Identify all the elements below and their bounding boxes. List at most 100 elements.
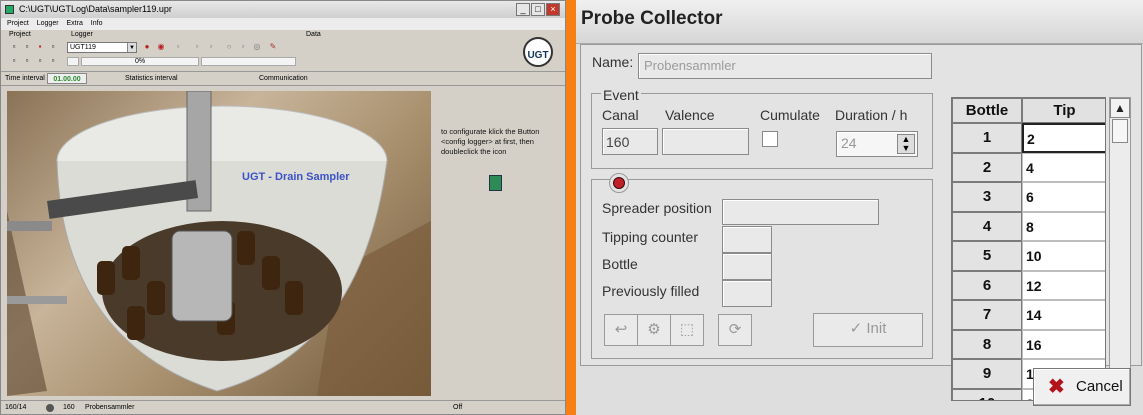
- delete-icon[interactable]: ▫: [49, 57, 57, 65]
- bottom-channel: 160: [63, 404, 75, 411]
- minimize-button[interactable]: _: [516, 3, 530, 16]
- spreader-position-field: [722, 199, 879, 225]
- tip-cell[interactable]: 8: [1022, 211, 1105, 241]
- table-row[interactable]: 1 2: [952, 123, 1105, 153]
- logger-field-3: [201, 57, 296, 66]
- previously-filled-field: [722, 280, 772, 307]
- read-logger-icon[interactable]: ◉: [157, 43, 165, 51]
- logger-field-1: [67, 57, 79, 66]
- tip-cell[interactable]: 2: [1022, 123, 1105, 153]
- refresh-icon: ⟳: [728, 321, 742, 338]
- table-row[interactable]: 8 16: [952, 329, 1105, 359]
- checkmark-icon: ✓: [849, 320, 863, 337]
- bottle-column-header[interactable]: Bottle: [952, 98, 1022, 123]
- cancel-x-icon: ✖: [1048, 376, 1065, 398]
- logger-select[interactable]: UGT119 ▼: [67, 42, 137, 53]
- scroll-thumb[interactable]: [1112, 119, 1128, 143]
- logger-tool-icon-5[interactable]: ▫: [239, 43, 247, 51]
- logger-tool-icon-1[interactable]: ▫: [174, 43, 182, 51]
- reset-button[interactable]: ↩: [604, 314, 638, 346]
- tipping-counter-label: Tipping counter: [602, 229, 698, 245]
- previously-filled-label: Previously filled: [602, 283, 700, 299]
- bottle-tip-grid[interactable]: Bottle Tip 1 2 2 4 3 6 4 8 5 10 6 12 7 1…: [951, 97, 1106, 401]
- refresh-button[interactable]: ⟳: [718, 314, 752, 346]
- open-project-icon[interactable]: ▫: [23, 43, 31, 51]
- copy-icon[interactable]: ▫: [23, 57, 31, 65]
- tip-cell[interactable]: 4: [1022, 152, 1105, 182]
- name-field[interactable]: Probensammler: [638, 53, 932, 79]
- tip-cell[interactable]: 10: [1022, 241, 1105, 271]
- title-bar: C:\UGT\UGTLog\Data\sampler119.upr _ □ ×: [1, 1, 565, 18]
- config-logger-icon[interactable]: ●: [143, 43, 151, 51]
- spinner-arrows-icon[interactable]: ▲ ▼: [897, 134, 915, 154]
- close-button[interactable]: ×: [546, 3, 560, 16]
- logger-tool-icon-2[interactable]: ▫: [193, 43, 201, 51]
- frame-button[interactable]: ⬚: [670, 314, 704, 346]
- menu-info[interactable]: Info: [91, 20, 103, 27]
- tip-cell[interactable]: 6: [1022, 182, 1105, 212]
- ugt-log-window: C:\UGT\UGTLog\Data\sampler119.upr _ □ × …: [0, 0, 566, 415]
- logger-tool-icon-3[interactable]: ▫: [207, 43, 215, 51]
- table-row[interactable]: 2 4: [952, 152, 1105, 182]
- configure-hint: to configurate klick the Button <config …: [441, 127, 540, 156]
- dialog-body: Name: Probensammler Event Canal Valence …: [580, 44, 1142, 401]
- menu-extra[interactable]: Extra: [67, 20, 83, 27]
- new-project-icon[interactable]: ▫: [10, 43, 18, 51]
- table-row[interactable]: 7 14: [952, 300, 1105, 330]
- table-row[interactable]: 4 8: [952, 211, 1105, 241]
- logger-device-icon[interactable]: [489, 175, 502, 191]
- time-interval-label: Time interval: [5, 75, 45, 82]
- table-row[interactable]: 3 6: [952, 182, 1105, 212]
- table-row[interactable]: 6 12: [952, 270, 1105, 300]
- progress-field: 0%: [81, 57, 199, 66]
- init-label: Init: [866, 320, 887, 337]
- gear-button[interactable]: ⚙: [637, 314, 671, 346]
- logger-tool-icon-6[interactable]: ◎: [253, 43, 261, 51]
- cumulate-label: Cumulate: [760, 107, 820, 123]
- probe-collector-dialog: Probe Collector Name: Probensammler Even…: [576, 0, 1143, 415]
- init-button[interactable]: ✓ Init: [813, 313, 923, 347]
- ugt-logo: UGT: [523, 37, 553, 67]
- edit-icon[interactable]: ▫: [10, 57, 18, 65]
- tip-cell[interactable]: 12: [1022, 270, 1105, 300]
- maximize-button[interactable]: □: [531, 3, 545, 16]
- photo-caption: UGT - Drain Sampler: [242, 171, 350, 183]
- tip-cell[interactable]: 16: [1022, 329, 1105, 359]
- dialog-title: Probe Collector: [581, 8, 723, 29]
- canal-value: 160: [606, 134, 630, 150]
- red-dot-icon: [614, 178, 624, 188]
- cumulate-checkbox[interactable]: [762, 131, 778, 147]
- logger-tool-icon-4[interactable]: ○: [225, 43, 233, 51]
- valence-label: Valence: [665, 107, 715, 123]
- valence-field[interactable]: [662, 128, 749, 155]
- print-icon[interactable]: ▫: [49, 43, 57, 51]
- menu-project[interactable]: Project: [7, 20, 29, 27]
- bottle-label: Bottle: [602, 256, 638, 272]
- bottle-cell: 9: [952, 359, 1022, 389]
- record-status-icon: [609, 173, 629, 193]
- chevron-down-icon[interactable]: ▼: [127, 43, 136, 52]
- menu-logger[interactable]: Logger: [37, 20, 59, 27]
- progress-text: 0%: [134, 58, 146, 65]
- grid-scrollbar[interactable]: ▲ ▼: [1109, 97, 1131, 401]
- duration-label: Duration / h: [835, 107, 908, 123]
- tools-icon[interactable]: ✎: [269, 43, 277, 51]
- bottle-cell: 8: [952, 329, 1022, 359]
- cancel-button[interactable]: ✖ Cancel: [1033, 368, 1131, 406]
- project-group-label: Project: [9, 31, 31, 38]
- bottom-name: Probensammler: [85, 404, 135, 411]
- duration-spinner[interactable]: 24 ▲ ▼: [836, 131, 918, 157]
- table-row[interactable]: 5 10: [952, 241, 1105, 271]
- tip-column-header[interactable]: Tip: [1022, 98, 1105, 123]
- save-project-icon[interactable]: ▪: [36, 43, 44, 51]
- paste-icon[interactable]: ▫: [36, 57, 44, 65]
- time-interval-value: 01.00.00: [47, 73, 87, 84]
- scroll-up-icon[interactable]: ▲: [1110, 98, 1130, 118]
- bottle-field: [722, 253, 772, 280]
- dotted-square-icon: ⬚: [679, 321, 695, 338]
- communication-label: Communication: [259, 75, 308, 82]
- gear-icon: ⚙: [647, 321, 661, 338]
- bottom-status-bar: 160/14 160 Probensammler Off: [1, 400, 565, 414]
- tip-cell[interactable]: 14: [1022, 300, 1105, 330]
- window-title: C:\UGT\UGTLog\Data\sampler119.upr: [19, 4, 172, 14]
